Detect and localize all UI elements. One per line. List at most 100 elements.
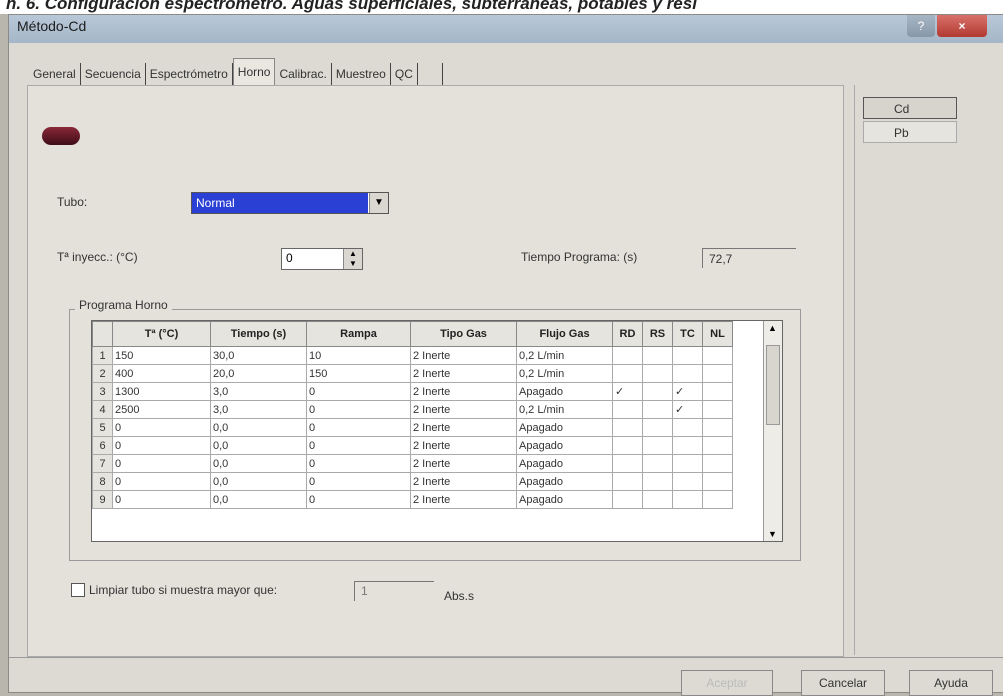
scroll-thumb[interactable] — [766, 345, 780, 425]
tab-qc[interactable]: QC — [391, 63, 418, 85]
cell-time[interactable]: 0,0 — [210, 418, 307, 437]
cell-nl[interactable] — [702, 400, 733, 419]
cell-gas-type[interactable]: 2 Inerte — [410, 382, 517, 401]
cell-temp[interactable]: 400 — [112, 364, 211, 383]
cell-rd[interactable] — [612, 472, 643, 491]
cell-temp[interactable]: 2500 — [112, 400, 211, 419]
tab-secuencia[interactable]: Secuencia — [81, 63, 146, 85]
scroll-up-icon[interactable]: ▲ — [768, 323, 777, 333]
cell-time[interactable]: 3,0 — [210, 382, 307, 401]
furnace-program-table[interactable]: Tª (°C) Tiempo (s) Rampa Tipo Gas Flujo … — [91, 320, 783, 542]
table-row[interactable]: 3 1300 3,0 0 2 Inerte Apagado ✓ ✓ — [92, 382, 733, 401]
cell-temp[interactable]: 1300 — [112, 382, 211, 401]
spin-arrows-icon[interactable]: ▲ ▼ — [343, 249, 362, 269]
cell-tc[interactable] — [672, 472, 703, 491]
cell-tc[interactable]: ✓ — [672, 382, 703, 401]
help-button[interactable]: ? — [907, 15, 935, 37]
cell-ramp[interactable]: 0 — [306, 490, 411, 509]
clean-tube-checkbox[interactable] — [71, 583, 85, 597]
cell-rs[interactable] — [642, 346, 673, 365]
cell-ramp[interactable]: 0 — [306, 436, 411, 455]
cancel-button[interactable]: Cancelar — [801, 670, 885, 696]
inyecc-spinbox[interactable]: 0 ▲ ▼ — [281, 248, 363, 270]
cell-temp[interactable]: 0 — [112, 436, 211, 455]
cell-gas-type[interactable]: 2 Inerte — [410, 490, 517, 509]
cell-rs[interactable] — [642, 490, 673, 509]
cell-rd[interactable] — [612, 454, 643, 473]
cell-gas-type[interactable]: 2 Inerte — [410, 436, 517, 455]
cell-nl[interactable] — [702, 382, 733, 401]
cell-gas-flow[interactable]: Apagado — [516, 436, 613, 455]
cell-rs[interactable] — [642, 472, 673, 491]
cell-time[interactable]: 0,0 — [210, 472, 307, 491]
ayuda-button[interactable]: Ayuda — [909, 670, 993, 696]
clean-threshold-field[interactable]: 1 — [354, 581, 434, 601]
cell-time[interactable]: 0,0 — [210, 454, 307, 473]
cell-time[interactable]: 30,0 — [210, 346, 307, 365]
table-row[interactable]: 5 0 0,0 0 2 Inerte Apagado — [92, 418, 733, 437]
accept-button[interactable]: Aceptar — [681, 670, 773, 696]
cell-gas-flow[interactable]: Apagado — [516, 382, 613, 401]
cell-ramp[interactable]: 0 — [306, 418, 411, 437]
table-row[interactable]: 2 400 20,0 150 2 Inerte 0,2 L/min — [92, 364, 733, 383]
cell-tc[interactable] — [672, 418, 703, 437]
cell-gas-type[interactable]: 2 Inerte — [410, 346, 517, 365]
cell-nl[interactable] — [702, 490, 733, 509]
cell-tc[interactable]: ✓ — [672, 400, 703, 419]
table-row[interactable]: 4 2500 3,0 0 2 Inerte 0,2 L/min ✓ — [92, 400, 733, 419]
cell-tc[interactable] — [672, 436, 703, 455]
tubo-select[interactable]: Normal ▼ — [191, 192, 389, 214]
cell-time[interactable]: 0,0 — [210, 490, 307, 509]
cell-ramp[interactable]: 10 — [306, 346, 411, 365]
cell-rd[interactable] — [612, 346, 643, 365]
cell-tc[interactable] — [672, 364, 703, 383]
cell-gas-flow[interactable]: 0,2 L/min — [516, 364, 613, 383]
cell-rs[interactable] — [642, 418, 673, 437]
cell-temp[interactable]: 0 — [112, 490, 211, 509]
cell-time[interactable]: 0,0 — [210, 436, 307, 455]
cell-ramp[interactable]: 150 — [306, 364, 411, 383]
cell-nl[interactable] — [702, 418, 733, 437]
cell-gas-flow[interactable]: Apagado — [516, 490, 613, 509]
table-row[interactable]: 9 0 0,0 0 2 Inerte Apagado — [92, 490, 733, 509]
cell-rs[interactable] — [642, 364, 673, 383]
cell-ramp[interactable]: 0 — [306, 454, 411, 473]
cell-gas-type[interactable]: 2 Inerte — [410, 418, 517, 437]
close-button[interactable]: × — [937, 15, 987, 37]
cell-gas-flow[interactable]: 0,2 L/min — [516, 346, 613, 365]
cell-gas-flow[interactable]: Apagado — [516, 454, 613, 473]
cell-gas-type[interactable]: 2 Inerte — [410, 400, 517, 419]
table-row[interactable]: 1 150 30,0 10 2 Inerte 0,2 L/min — [92, 346, 733, 365]
cell-gas-flow[interactable]: Apagado — [516, 472, 613, 491]
cell-gas-flow[interactable]: Apagado — [516, 418, 613, 437]
tab-muestreo[interactable]: Muestreo — [332, 63, 391, 85]
cell-temp[interactable]: 150 — [112, 346, 211, 365]
table-scrollbar[interactable]: ▲ ▼ — [763, 321, 782, 541]
tab-calibrac[interactable]: Calibrac. — [275, 63, 332, 85]
cell-nl[interactable] — [702, 346, 733, 365]
cell-gas-type[interactable]: 2 Inerte — [410, 454, 517, 473]
cell-temp[interactable]: 0 — [112, 454, 211, 473]
cell-time[interactable]: 20,0 — [210, 364, 307, 383]
element-cd-button[interactable]: Cd — [863, 97, 957, 119]
table-row[interactable]: 6 0 0,0 0 2 Inerte Apagado — [92, 436, 733, 455]
cell-rd[interactable] — [612, 436, 643, 455]
cell-temp[interactable]: 0 — [112, 418, 211, 437]
element-pb-button[interactable]: Pb — [863, 121, 957, 143]
cell-nl[interactable] — [702, 454, 733, 473]
tab-general[interactable]: General — [29, 63, 81, 85]
scroll-down-icon[interactable]: ▼ — [768, 529, 777, 539]
chevron-down-icon[interactable]: ▼ — [369, 193, 388, 213]
cell-rs[interactable] — [642, 454, 673, 473]
cell-rd[interactable]: ✓ — [612, 382, 643, 401]
cell-ramp[interactable]: 0 — [306, 400, 411, 419]
cell-tc[interactable] — [672, 454, 703, 473]
cell-tc[interactable] — [672, 346, 703, 365]
cell-rs[interactable] — [642, 382, 673, 401]
cell-ramp[interactable]: 0 — [306, 382, 411, 401]
cell-rd[interactable] — [612, 490, 643, 509]
cell-ramp[interactable]: 0 — [306, 472, 411, 491]
cell-rd[interactable] — [612, 418, 643, 437]
tab-espectrometro[interactable]: Espectrómetro — [146, 63, 233, 85]
cell-temp[interactable]: 0 — [112, 472, 211, 491]
